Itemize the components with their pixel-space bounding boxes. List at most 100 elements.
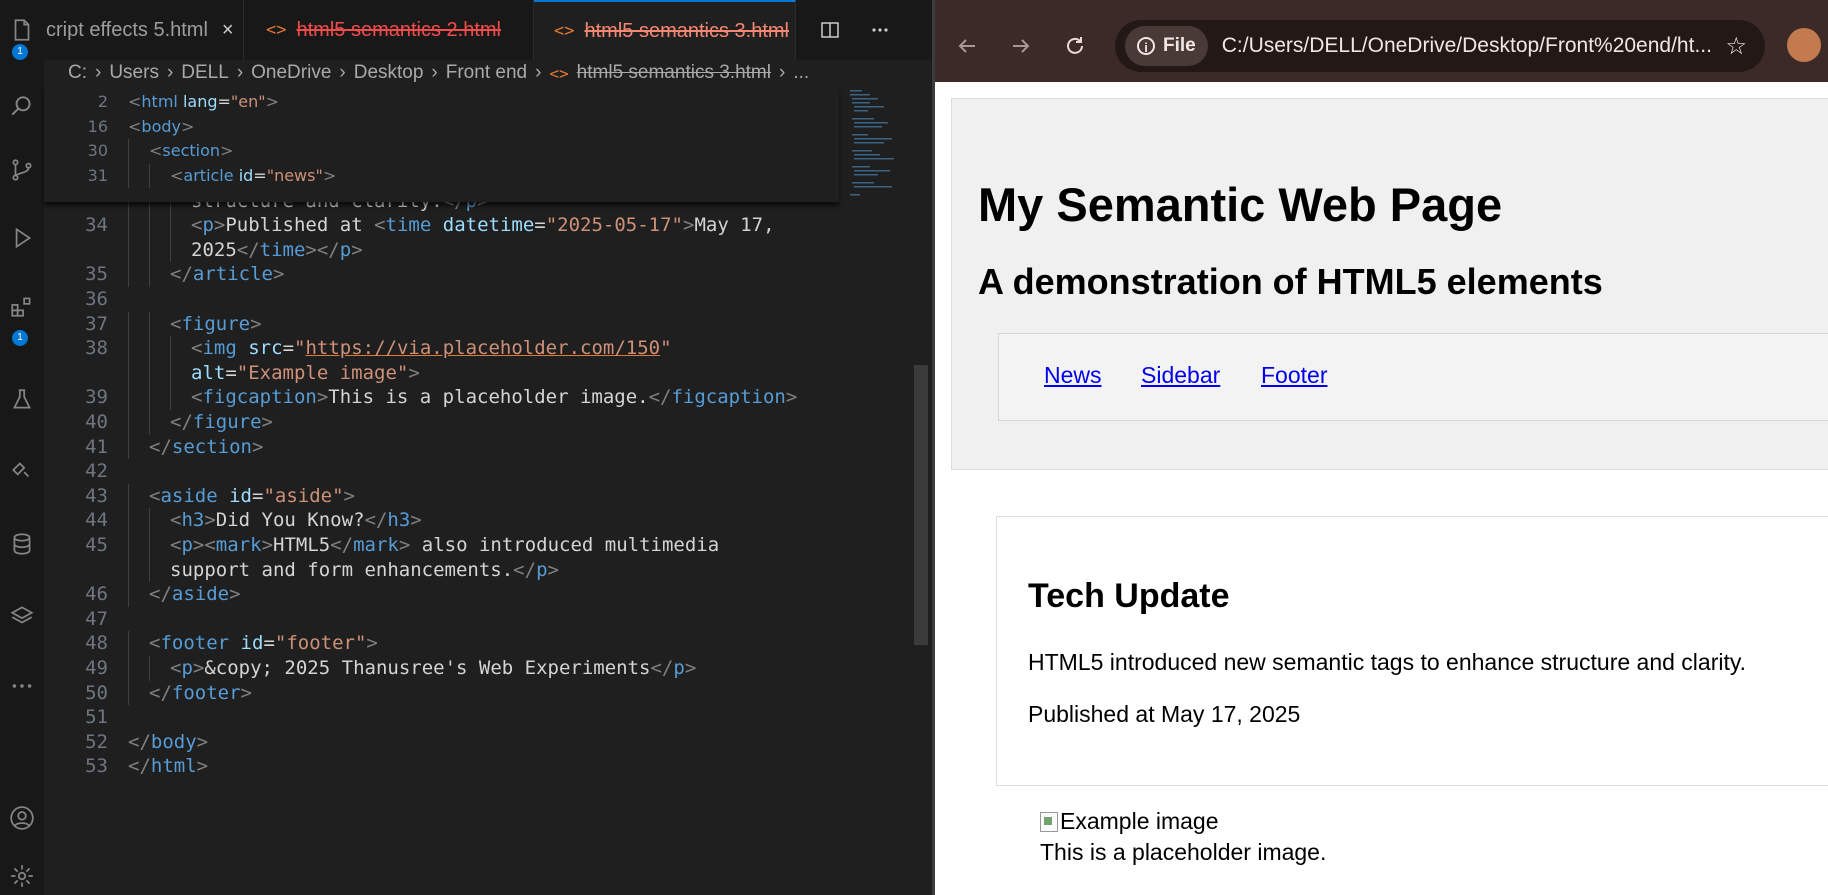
code-line[interactable]: 49 <p>&copy; 2025 Thanusree's Web Experim… xyxy=(44,656,894,681)
code-text: </section> xyxy=(149,435,264,458)
code-line[interactable]: 31 <article id="news"> xyxy=(44,163,894,189)
code-line[interactable]: 38 <img src="https://via.placeholder.com/… xyxy=(44,336,894,361)
code-line[interactable]: 43 <aside id="aside"> xyxy=(44,483,894,509)
code-text: <figcaption>This is a placeholder image.… xyxy=(191,386,798,409)
address-bar[interactable]: i File C:/Users/DELL/OneDrive/Desktop/Fr… xyxy=(1115,20,1765,72)
code-line[interactable]: 45 <p><mark>HTML5</mark> also introduced … xyxy=(44,533,894,558)
indent-guide xyxy=(128,262,129,287)
code-line[interactable]: 36 xyxy=(44,287,894,312)
database-icon[interactable] xyxy=(0,520,44,568)
page-header: My Semantic Web Page A demonstration of … xyxy=(951,98,1828,470)
tab-html5-semantics-3[interactable]: <> html5 semantics 3.html × xyxy=(534,0,796,60)
line-number: 51 xyxy=(85,706,108,729)
code-line[interactable]: 30 <section> xyxy=(44,139,894,164)
article-title: Tech Update xyxy=(1028,577,1230,615)
code-line[interactable]: 40 </figure> xyxy=(44,410,894,435)
breadcrumb-item[interactable]: Users xyxy=(109,62,159,84)
bookmark-star-icon[interactable]: ☆ xyxy=(1725,32,1747,60)
nav-link-footer[interactable]: Footer xyxy=(1261,362,1327,389)
more-icon[interactable] xyxy=(0,662,44,710)
code-line[interactable]: alt="Example image"> xyxy=(44,360,894,386)
breadcrumb-item[interactable]: ... xyxy=(793,62,809,84)
code-text: 2025</time></p> xyxy=(191,238,363,261)
breadcrumb-item[interactable]: C: xyxy=(68,62,87,84)
code-line[interactable]: support and form enhancements.</p> xyxy=(44,557,894,583)
line-number: 45 xyxy=(85,534,108,556)
indent-guide xyxy=(149,311,150,337)
code-line[interactable]: 47 xyxy=(44,607,894,632)
code-text: <figure> xyxy=(170,312,262,335)
nav-link-sidebar[interactable]: Sidebar xyxy=(1141,362,1220,389)
breadcrumb-item[interactable]: DELL xyxy=(181,62,229,84)
code-line[interactable]: 2 <html lang="en"> xyxy=(44,90,894,115)
line-number: 53 xyxy=(85,755,108,778)
more-actions-icon[interactable] xyxy=(866,16,894,44)
line-number: 48 xyxy=(85,632,108,655)
tab-html5-semantics-2[interactable]: <> html5 semantics 2.html xyxy=(244,0,534,60)
code-text: </article> xyxy=(170,263,285,286)
split-editor-icon[interactable] xyxy=(816,16,844,44)
source-control-icon[interactable] xyxy=(0,146,44,194)
code-line[interactable]: 35 </article> xyxy=(44,262,894,287)
layers-icon[interactable] xyxy=(0,592,44,640)
tab-script-effects[interactable]: cript effects 5.html × xyxy=(44,0,244,60)
nav-link-news[interactable]: News xyxy=(1044,362,1102,389)
site-info-chip[interactable]: i File xyxy=(1125,26,1208,66)
code-line[interactable]: 53 </html> xyxy=(44,754,894,779)
url-text[interactable]: C:/Users/DELL/OneDrive/Desktop/Front%20e… xyxy=(1222,34,1712,58)
line-number: 39 xyxy=(85,386,108,409)
breadcrumb-item[interactable]: html5 semantics 3.html xyxy=(577,62,771,84)
code-line[interactable]: 16 <body> xyxy=(44,115,894,140)
line-number: 40 xyxy=(85,411,108,433)
code-line[interactable]: 48 <footer id="footer"> xyxy=(44,631,894,656)
code-text: <p>&copy; 2025 Thanusree's Web Experimen… xyxy=(170,657,697,679)
code-line[interactable]: 2025</time></p> xyxy=(44,237,894,263)
line-number: 49 xyxy=(85,657,108,679)
code-line[interactable]: 51 xyxy=(44,705,894,730)
breadcrumb-item[interactable]: Desktop xyxy=(354,62,424,84)
code-text: <section> xyxy=(149,141,234,161)
code-line[interactable]: 34 <p>Published at <time datetime="2025-0… xyxy=(44,213,894,238)
page-subtitle: A demonstration of HTML5 elements xyxy=(978,261,1603,302)
back-arrow-icon[interactable] xyxy=(947,26,987,66)
testing-icon[interactable] xyxy=(0,376,44,424)
forward-arrow-icon[interactable] xyxy=(1001,26,1041,66)
code-line[interactable]: 39 <figcaption>This is a placeholder imag… xyxy=(44,385,894,410)
indent-guide xyxy=(128,557,129,583)
code-line[interactable]: 42 xyxy=(44,459,894,484)
breadcrumb-item[interactable]: Front end xyxy=(446,62,527,84)
line-number: 42 xyxy=(85,460,108,483)
chevron-right-icon: › xyxy=(431,62,438,83)
line-number: 31 xyxy=(87,165,108,185)
code-text: <article id="news"> xyxy=(170,165,337,185)
code-line[interactable]: 41 </section> xyxy=(44,434,894,460)
editor-scrollbar[interactable] xyxy=(914,365,928,645)
indent-guide xyxy=(149,385,150,410)
breadcrumb-item[interactable]: OneDrive xyxy=(251,62,331,84)
indent-guide xyxy=(149,163,150,189)
indent-guide xyxy=(149,410,150,435)
line-number: 37 xyxy=(85,312,108,335)
code-line[interactable]: 52 </body> xyxy=(44,730,894,755)
code-line[interactable]: 46 </aside> xyxy=(44,582,894,607)
close-icon[interactable]: × xyxy=(222,19,234,42)
tab-label: html5 semantics 3.html xyxy=(584,19,789,42)
account-icon[interactable] xyxy=(0,794,44,842)
code-line[interactable]: 44 <h3>Did You Know?</h3> xyxy=(44,508,894,533)
broken-image-icon xyxy=(1040,811,1058,832)
indent-guide xyxy=(149,237,150,263)
article-paragraph: HTML5 introduced new semantic tags to en… xyxy=(1028,649,1747,675)
profile-avatar[interactable] xyxy=(1787,28,1821,62)
remote-explorer-icon[interactable] xyxy=(0,446,44,494)
reload-icon[interactable] xyxy=(1055,26,1095,66)
minimap[interactable] xyxy=(848,88,908,208)
extensions-badge: 1 xyxy=(12,330,28,346)
extensions-icon[interactable] xyxy=(0,282,44,330)
settings-gear-icon[interactable] xyxy=(0,852,44,895)
search-icon[interactable] xyxy=(0,82,44,130)
run-debug-icon[interactable] xyxy=(0,214,44,262)
code-editor[interactable]: <p>HTML5 introduced new semantic tags to… xyxy=(44,88,932,895)
code-line[interactable]: 37 <figure> xyxy=(44,311,894,337)
code-text: </footer> xyxy=(149,681,252,704)
code-line[interactable]: 50 </footer> xyxy=(44,680,894,706)
